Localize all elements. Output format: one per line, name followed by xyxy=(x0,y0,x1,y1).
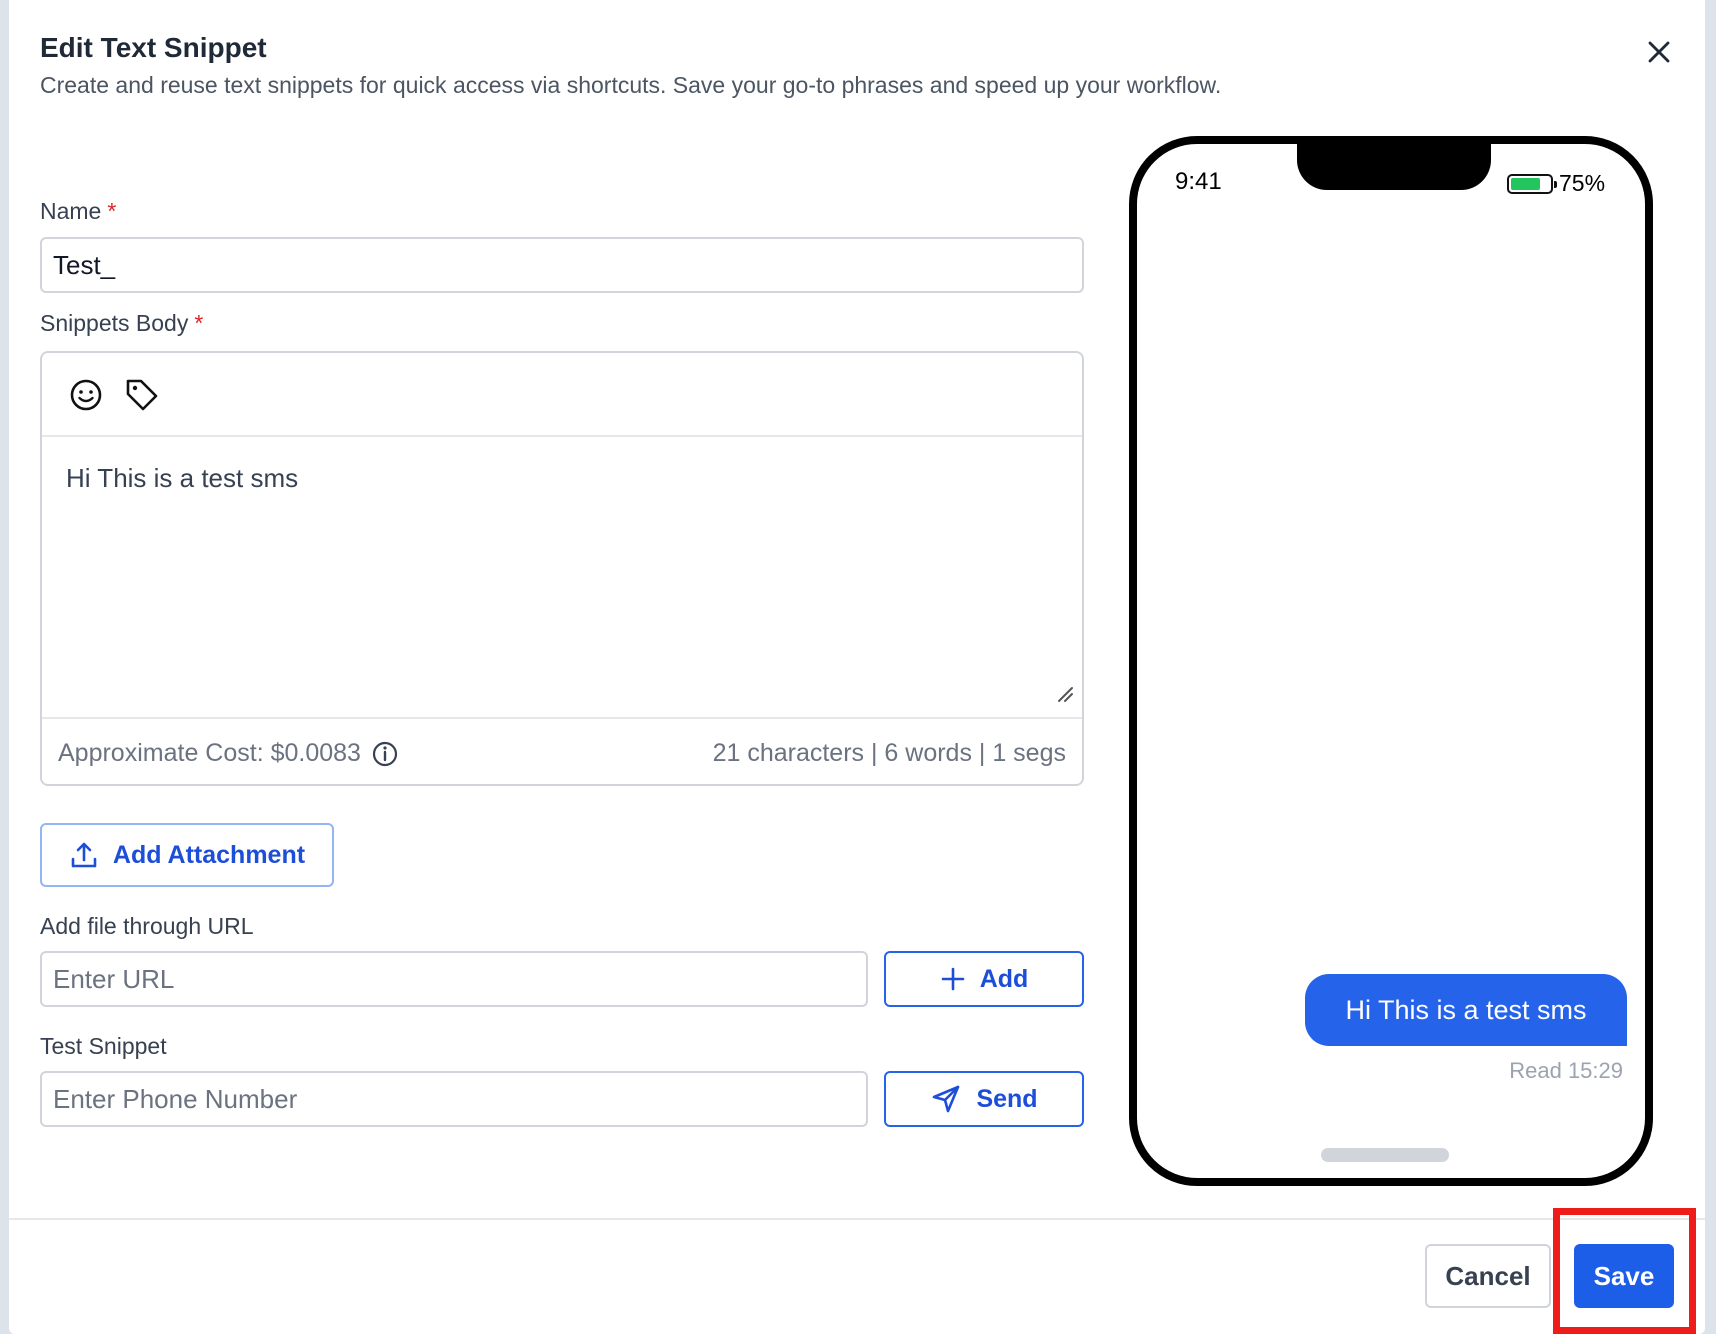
add-url-button[interactable]: Add xyxy=(884,951,1084,1007)
body-label: Snippets Body * xyxy=(40,310,204,336)
plus-icon xyxy=(941,967,964,991)
emoji-icon xyxy=(70,379,102,411)
send-test-button[interactable]: Send xyxy=(884,1071,1084,1127)
send-icon xyxy=(933,1085,960,1113)
name-label: Name * xyxy=(40,198,117,224)
tag-icon xyxy=(126,379,158,411)
status-bar-time: 9:41 xyxy=(1175,168,1222,195)
modal-title: Edit Text Snippet xyxy=(40,32,267,63)
battery-percent: 75% xyxy=(1559,170,1606,196)
edit-snippet-modal: Edit Text Snippet Create and reuse text … xyxy=(9,0,1705,1334)
footer-divider xyxy=(9,1218,1705,1220)
url-input[interactable] xyxy=(40,951,868,1007)
modal-subtitle: Create and reuse text snippets for quick… xyxy=(40,72,1222,98)
snippet-body-editor: Hi This is a test sms Approximate Cost: … xyxy=(40,351,1084,786)
close-button[interactable] xyxy=(1641,34,1677,70)
message-bubble: Hi This is a test sms xyxy=(1305,974,1627,1046)
phone-preview: 9:41 75% Hi This is a test sms Read 15:2… xyxy=(1129,136,1653,1186)
emoji-button[interactable] xyxy=(66,375,106,415)
snippet-body-text[interactable]: Hi This is a test sms xyxy=(66,463,298,494)
battery-fill xyxy=(1511,177,1540,190)
battery-indicator: 75% xyxy=(1507,170,1605,197)
resize-handle-icon[interactable] xyxy=(1056,685,1074,703)
add-attachment-button[interactable]: Add Attachment xyxy=(40,823,334,887)
character-count: 21 characters | 6 words | 1 segs xyxy=(712,739,1066,767)
upload-icon xyxy=(71,842,97,868)
info-icon[interactable] xyxy=(371,740,399,768)
save-button[interactable]: Save xyxy=(1574,1244,1674,1308)
battery-icon xyxy=(1507,173,1557,194)
phone-notch xyxy=(1297,136,1491,190)
editor-toolbar xyxy=(42,353,1082,437)
home-indicator xyxy=(1321,1148,1449,1162)
phone-number-input[interactable] xyxy=(40,1071,868,1127)
test-snippet-label: Test Snippet xyxy=(40,1033,167,1059)
tag-button[interactable] xyxy=(122,375,162,415)
cancel-button[interactable]: Cancel xyxy=(1425,1244,1551,1308)
close-icon xyxy=(1648,41,1670,63)
required-marker: * xyxy=(107,198,117,224)
name-input[interactable] xyxy=(40,237,1084,293)
required-marker: * xyxy=(194,310,204,336)
approximate-cost: Approximate Cost: $0.0083 xyxy=(58,739,399,768)
url-label: Add file through URL xyxy=(40,913,254,939)
editor-footer: Approximate Cost: $0.0083 21 characters … xyxy=(42,717,1082,788)
read-receipt: Read 15:29 xyxy=(1509,1058,1623,1083)
